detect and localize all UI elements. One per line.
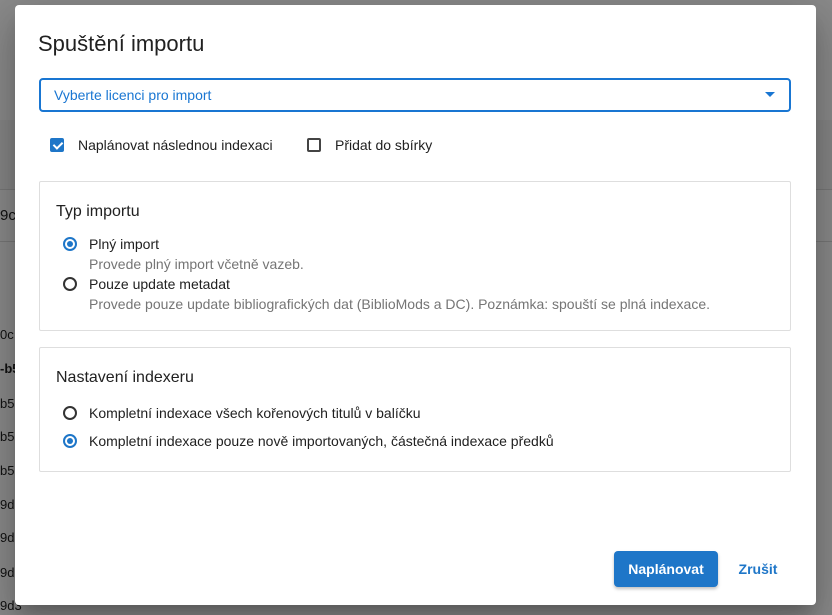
- metadata-update-label: Pouze update metadat: [89, 276, 230, 292]
- full-import-description: Provede plný import včetně vazeb.: [89, 256, 304, 272]
- schedule-indexing-checkbox[interactable]: [50, 138, 64, 152]
- add-to-collection-checkbox-row[interactable]: Přidat do sbírky: [307, 137, 432, 153]
- add-to-collection-label: Přidat do sbírky: [335, 137, 433, 153]
- indexer-settings-panel: Nastavení indexeru Kompletní indexace vš…: [39, 347, 791, 472]
- import-dialog: Spuštění importu Vyberte licenci pro imp…: [15, 5, 816, 605]
- import-type-panel: Typ importu Plný import Provede plný imp…: [39, 181, 791, 331]
- full-import-radio[interactable]: [63, 237, 77, 251]
- dropdown-arrow-icon: [765, 92, 775, 97]
- radio-option-full-import[interactable]: Plný import Provede plný import včetně v…: [63, 235, 304, 273]
- radio-option-partial-indexing[interactable]: Kompletní indexace pouze nově importovan…: [63, 432, 554, 450]
- license-select[interactable]: Vyberte licenci pro import: [39, 78, 791, 112]
- metadata-update-description: Provede pouze update bibliografických da…: [89, 296, 711, 312]
- import-type-title: Typ importu: [56, 203, 140, 220]
- radio-option-metadata-update[interactable]: Pouze update metadat Provede pouze updat…: [63, 275, 710, 313]
- full-indexing-label: Kompletní indexace všech kořenových titu…: [89, 405, 421, 421]
- license-select-placeholder: Vyberte licenci pro import: [54, 87, 212, 103]
- partial-indexing-radio[interactable]: [63, 434, 77, 448]
- indexer-settings-title: Nastavení indexeru: [56, 369, 194, 386]
- full-import-label: Plný import: [89, 236, 160, 252]
- dialog-title: Spuštění importu: [38, 31, 205, 56]
- full-indexing-radio[interactable]: [63, 406, 77, 420]
- radio-option-full-indexing[interactable]: Kompletní indexace všech kořenových titu…: [63, 404, 421, 422]
- schedule-button[interactable]: Naplánovat: [614, 551, 718, 587]
- cancel-button[interactable]: Zrušit: [728, 551, 788, 587]
- schedule-indexing-checkbox-row[interactable]: Naplánovat následnou indexaci: [50, 137, 273, 153]
- schedule-indexing-label: Naplánovat následnou indexaci: [78, 137, 273, 153]
- partial-indexing-label: Kompletní indexace pouze nově importovan…: [89, 433, 554, 449]
- add-to-collection-checkbox[interactable]: [307, 138, 321, 152]
- metadata-update-radio[interactable]: [63, 277, 77, 291]
